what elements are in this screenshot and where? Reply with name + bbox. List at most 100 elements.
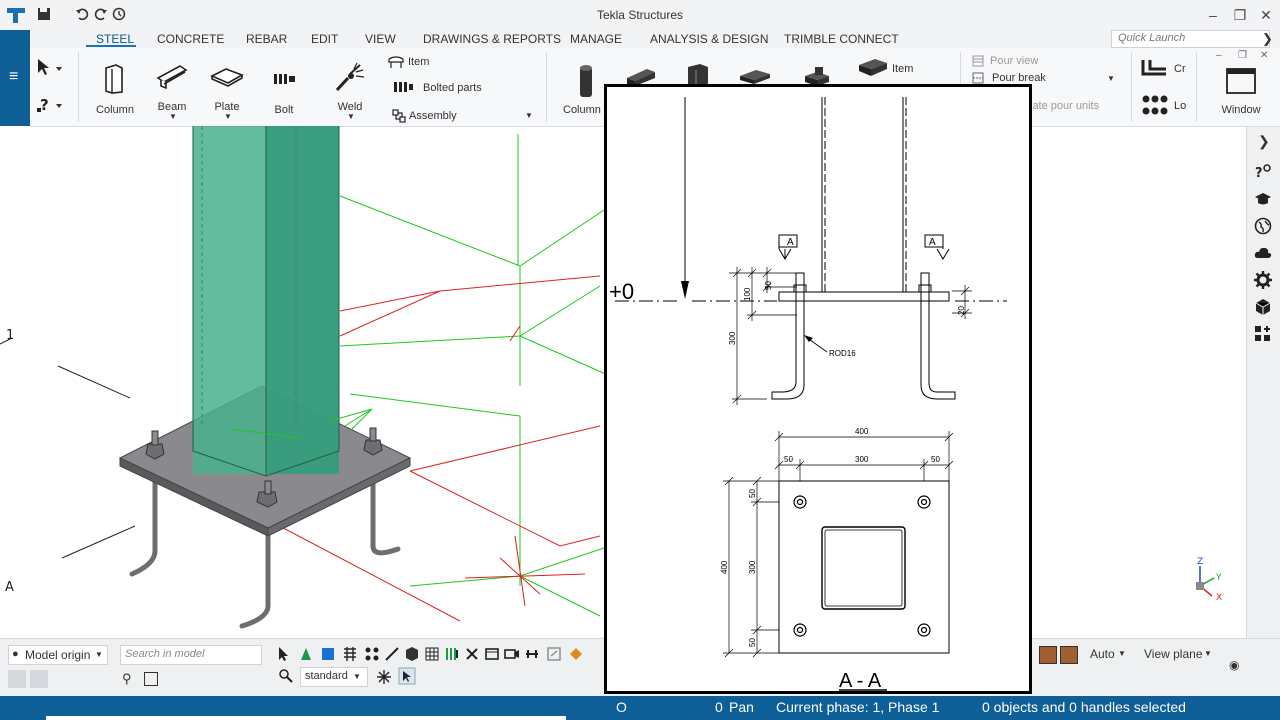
snap-toggle-1-icon[interactable] bbox=[1039, 646, 1057, 664]
concrete-item-icon[interactable] bbox=[857, 57, 889, 79]
hamburger-menu-icon[interactable]: ≡ bbox=[9, 68, 18, 86]
dim-100-elev: 100 bbox=[743, 287, 752, 301]
help-settings-icon[interactable]: ? bbox=[1254, 163, 1272, 181]
bolted-parts-icon[interactable] bbox=[394, 81, 414, 93]
ribbon-restore-icon[interactable]: ❐ bbox=[1238, 50, 1247, 61]
window-icon[interactable] bbox=[1226, 68, 1256, 94]
gear-icon[interactable] bbox=[1254, 271, 1272, 289]
concrete-beam-icon[interactable] bbox=[625, 66, 657, 86]
select-welds-icon[interactable] bbox=[384, 646, 400, 662]
concrete-column-icon[interactable] bbox=[577, 64, 595, 100]
assembly-icon[interactable] bbox=[392, 109, 406, 123]
plate-dropdown-icon[interactable]: ▼ bbox=[224, 112, 232, 121]
select-bolt-groups-icon[interactable] bbox=[364, 646, 380, 662]
tab-view[interactable]: VIEW bbox=[365, 32, 396, 46]
current-phase[interactable]: Current phase: 1, Phase 1 bbox=[776, 699, 939, 715]
bolted-parts-label[interactable]: Bolted parts bbox=[423, 82, 482, 94]
ribbon-close-icon[interactable]: ✕ bbox=[1260, 50, 1268, 61]
tab-analysis-design[interactable]: ANALYSIS & DESIGN bbox=[650, 32, 768, 46]
select-views-icon[interactable] bbox=[504, 646, 520, 662]
select-parts-icon[interactable] bbox=[320, 646, 336, 662]
globe-icon[interactable] bbox=[1254, 217, 1272, 235]
redo-icon[interactable] bbox=[94, 7, 110, 23]
select-planes-icon[interactable] bbox=[484, 646, 500, 662]
beam-dropdown-icon[interactable]: ▼ bbox=[169, 112, 177, 121]
tekla-logo-icon[interactable] bbox=[6, 5, 26, 25]
dim-20-elev: 20 bbox=[957, 306, 966, 315]
select-arrow-icon[interactable] bbox=[276, 646, 292, 662]
pour-break-label[interactable]: Pour break bbox=[992, 72, 1046, 84]
assembly-dropdown-icon[interactable]: ▼ bbox=[525, 111, 533, 120]
history-icon[interactable] bbox=[112, 7, 128, 23]
zoom-selected-icon[interactable] bbox=[144, 672, 158, 686]
tab-drawings-reports[interactable]: DRAWINGS & REPORTS bbox=[423, 32, 561, 46]
select-grid-icon[interactable] bbox=[424, 646, 440, 662]
tab-manage[interactable]: MANAGE bbox=[570, 32, 622, 46]
concrete-item-label[interactable]: Item bbox=[892, 63, 913, 75]
window-label[interactable]: Window bbox=[1217, 104, 1265, 116]
cr-label[interactable]: Cr bbox=[1174, 63, 1186, 75]
steel-column[interactable] bbox=[192, 126, 340, 477]
select-filter-icon[interactable] bbox=[546, 646, 562, 662]
select-surface-icon[interactable] bbox=[342, 646, 358, 662]
tab-rebar[interactable]: REBAR bbox=[246, 32, 287, 46]
app-title: Tekla Structures bbox=[596, 8, 684, 22]
learning-cap-icon[interactable] bbox=[1254, 190, 1272, 208]
select-pointer-icon[interactable] bbox=[36, 58, 66, 78]
weld-icon[interactable] bbox=[334, 62, 366, 92]
pour-view-label[interactable]: Pour view bbox=[990, 55, 1038, 67]
close-icon[interactable]: ✕ bbox=[1256, 6, 1276, 24]
pointer-snap-icon[interactable] bbox=[398, 667, 416, 685]
eye-icon[interactable]: ◉ bbox=[1229, 658, 1239, 672]
delete-icon[interactable] bbox=[30, 670, 48, 688]
auto-dropdown[interactable]: Auto ▼ bbox=[1086, 645, 1132, 663]
quick-launch-input[interactable]: Quick Launch bbox=[1111, 30, 1270, 48]
svg-text:?: ? bbox=[1255, 166, 1263, 181]
inquire-icon[interactable]: ? bbox=[36, 96, 66, 116]
components-icon[interactable] bbox=[1254, 325, 1272, 343]
weld-dropdown-icon[interactable]: ▼ bbox=[347, 112, 355, 121]
steel-column-icon[interactable] bbox=[102, 64, 126, 94]
add-icon[interactable] bbox=[8, 670, 26, 688]
expand-panel-icon[interactable]: ❯ bbox=[1258, 133, 1270, 150]
item-label[interactable]: Item bbox=[408, 56, 429, 68]
select-assemblies-icon[interactable] bbox=[524, 646, 540, 662]
bolt-icon[interactable] bbox=[274, 72, 296, 86]
select-cuts-icon[interactable] bbox=[404, 646, 420, 662]
select-components-icon[interactable] bbox=[298, 646, 314, 662]
undo-icon[interactable] bbox=[75, 7, 91, 23]
view-plane-dropdown[interactable]: View plane ▼ bbox=[1140, 645, 1220, 663]
model-origin-dropdown[interactable]: ● Model origin ▼ bbox=[8, 645, 108, 665]
search-in-model-input[interactable]: Search in model bbox=[120, 645, 262, 665]
pour-break-icon[interactable] bbox=[972, 72, 984, 84]
steel-plate-icon[interactable] bbox=[210, 66, 244, 88]
pattern-icon[interactable] bbox=[376, 669, 392, 685]
minimize-icon[interactable]: – bbox=[1203, 6, 1223, 24]
create-icon[interactable] bbox=[1140, 56, 1170, 82]
lo-label[interactable]: Lo bbox=[1174, 100, 1186, 112]
layout-icon[interactable] bbox=[1142, 95, 1170, 117]
steel-beam-icon[interactable] bbox=[156, 64, 188, 90]
snap-settings-icon[interactable] bbox=[278, 668, 294, 684]
pour-view-icon[interactable] bbox=[972, 55, 984, 67]
filter-dropdown[interactable]: standard ▼ bbox=[300, 667, 368, 687]
cube-icon[interactable] bbox=[1254, 298, 1272, 316]
select-points-icon[interactable] bbox=[464, 646, 480, 662]
ribbon-minimize-icon[interactable]: – bbox=[1216, 50, 1222, 61]
tab-steel[interactable]: STEEL bbox=[96, 32, 134, 46]
tab-trimble-connect[interactable]: TRIMBLE CONNECT bbox=[784, 32, 899, 46]
quick-launch-arrow-icon[interactable]: ❯ bbox=[1262, 31, 1273, 47]
snap-toggle-2-icon[interactable] bbox=[1060, 646, 1078, 664]
assembly-label[interactable]: Assembly bbox=[409, 110, 457, 122]
cloud-icon[interactable] bbox=[1254, 244, 1272, 262]
late-pour-units-label[interactable]: late pour units bbox=[1030, 100, 1099, 112]
tab-edit[interactable]: EDIT bbox=[311, 32, 338, 46]
save-icon[interactable] bbox=[37, 7, 53, 23]
item-icon[interactable] bbox=[388, 55, 404, 69]
restore-icon[interactable]: ❐ bbox=[1230, 6, 1250, 24]
select-more-icon[interactable] bbox=[568, 646, 584, 662]
search-icon[interactable]: ⚲ bbox=[122, 671, 132, 687]
pour-dropdown-icon[interactable]: ▼ bbox=[1107, 74, 1115, 83]
select-reference-icon[interactable] bbox=[444, 646, 460, 662]
tab-concrete[interactable]: CONCRETE bbox=[157, 32, 224, 46]
